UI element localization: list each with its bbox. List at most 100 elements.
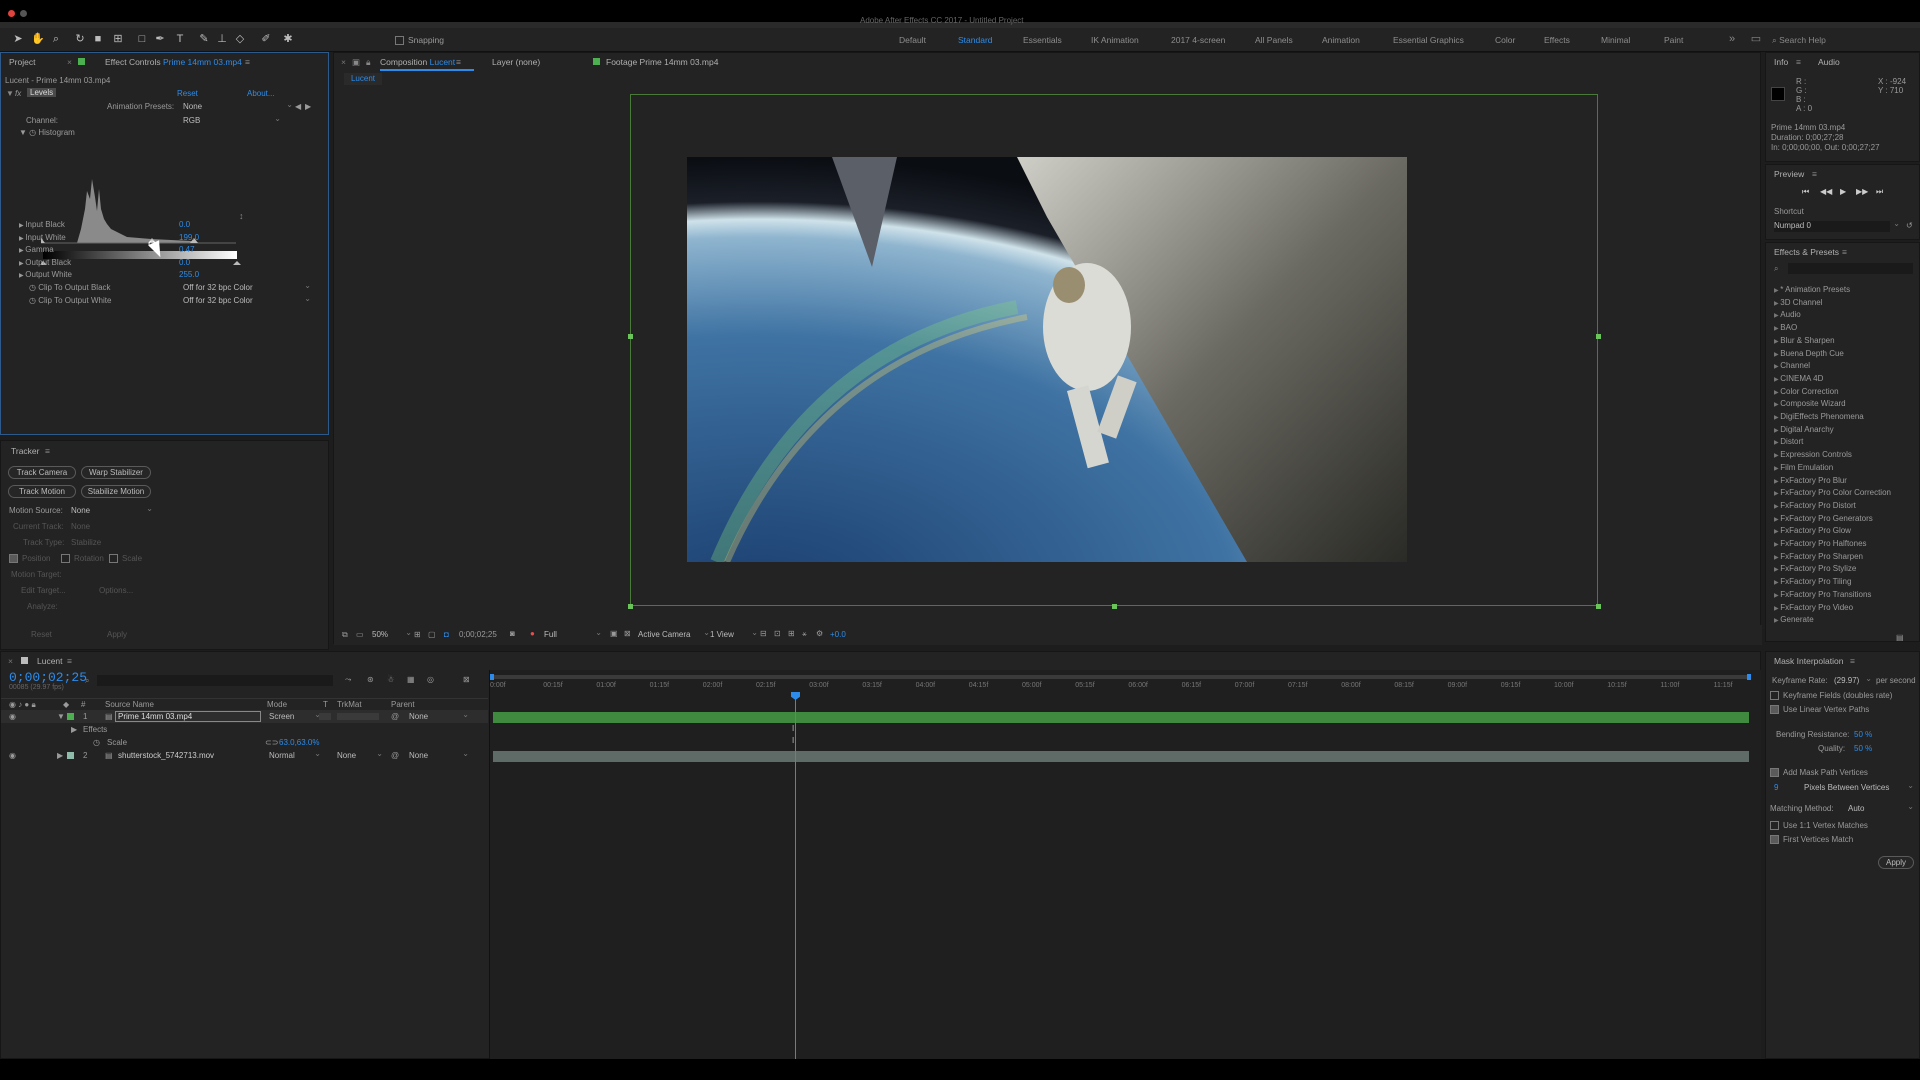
- pickwhip-icon[interactable]: @: [391, 751, 399, 760]
- workspace-standard[interactable]: Standard: [958, 35, 993, 45]
- minimize-window-icon[interactable]: [20, 10, 27, 17]
- param-output-white-value[interactable]: 255.0: [179, 270, 199, 279]
- param-input-black-label[interactable]: ▶ Input Black: [19, 220, 65, 229]
- layer-row-2[interactable]: ◉ ▶ 2 ▤ shutterstock_5742713.mov Normal …: [1, 749, 488, 762]
- pickwhip-icon[interactable]: @: [391, 712, 399, 721]
- constrain-proportions-icon[interactable]: ⊂⊃: [265, 738, 278, 747]
- matching-method-dropdown[interactable]: Auto: [1848, 802, 1914, 815]
- stopwatch-icon[interactable]: ◷: [29, 296, 38, 305]
- effect-category[interactable]: FxFactory Pro Blur: [1774, 476, 1847, 485]
- close-tab-icon[interactable]: ×: [8, 656, 13, 666]
- keyframe-fields-checkbox[interactable]: Keyframe Fields (doubles rate): [1770, 691, 1892, 701]
- effect-category[interactable]: FxFactory Pro Sharpen: [1774, 552, 1863, 561]
- effect-category[interactable]: Distort: [1774, 437, 1803, 446]
- keyframe-marker[interactable]: I: [792, 724, 794, 733]
- next-preset-icon[interactable]: ▶: [305, 102, 311, 111]
- effect-category[interactable]: FxFactory Pro Stylize: [1774, 564, 1856, 573]
- effect-category[interactable]: Generate: [1774, 615, 1813, 624]
- panel-menu-icon[interactable]: ≡: [45, 446, 50, 456]
- work-area-bar[interactable]: [490, 675, 1750, 679]
- effect-category[interactable]: CINEMA 4D: [1774, 374, 1823, 383]
- apply-button[interactable]: Apply: [1878, 856, 1914, 869]
- channels-icon[interactable]: ●: [530, 629, 535, 638]
- effect-category[interactable]: Audio: [1774, 310, 1800, 319]
- transparency-icon[interactable]: ⊠: [624, 629, 631, 638]
- pan-behind-tool-icon[interactable]: ⊞: [110, 31, 126, 47]
- effect-category[interactable]: FxFactory Pro Color Correction: [1774, 488, 1891, 497]
- panel-menu-icon[interactable]: ≡: [456, 57, 461, 67]
- type-tool-icon[interactable]: T: [172, 31, 188, 47]
- effects-group-label[interactable]: Effects: [83, 725, 107, 734]
- linear-vertex-checkbox[interactable]: Use Linear Vertex Paths: [1770, 705, 1869, 715]
- parent-dropdown[interactable]: None: [409, 710, 469, 723]
- effect-category[interactable]: FxFactory Pro Halftones: [1774, 539, 1866, 548]
- workspace-color[interactable]: Color: [1495, 35, 1515, 45]
- warp-stabilizer-button[interactable]: Warp Stabilizer: [81, 466, 151, 479]
- stabilize-motion-button[interactable]: Stabilize Motion: [81, 485, 151, 498]
- region-of-interest-icon[interactable]: ▣: [610, 629, 618, 638]
- search-icon[interactable]: ⌕: [85, 676, 89, 686]
- param-input-black-value[interactable]: 0.0: [179, 220, 190, 229]
- current-time-indicator[interactable]: [795, 696, 796, 1060]
- graph-editor-icon[interactable]: ⊠: [463, 675, 470, 684]
- fast-previews-icon[interactable]: ⊡: [774, 629, 781, 638]
- effect-category[interactable]: Buena Depth Cue: [1774, 349, 1844, 358]
- snapshot-icon[interactable]: ◙: [510, 629, 515, 638]
- tab-timeline-lucent[interactable]: Lucent: [37, 656, 63, 666]
- quality-value[interactable]: 50 %: [1854, 744, 1872, 753]
- roto-brush-tool-icon[interactable]: ✐: [258, 31, 274, 47]
- hand-tool-icon[interactable]: ✋: [30, 31, 46, 47]
- clip-white-dropdown[interactable]: Off for 32 bpc Color: [183, 294, 311, 307]
- effect-category[interactable]: Digital Anarchy: [1774, 425, 1833, 434]
- keyframe-marker[interactable]: I: [792, 736, 794, 745]
- effects-expand-icon[interactable]: ▶: [71, 725, 77, 734]
- workspace-minimal[interactable]: Minimal: [1601, 35, 1630, 45]
- effect-category[interactable]: FxFactory Pro Tiling: [1774, 577, 1851, 586]
- clip-black-dropdown[interactable]: Off for 32 bpc Color: [183, 281, 311, 294]
- workspace-essentials[interactable]: Essentials: [1023, 35, 1062, 45]
- effect-category[interactable]: Blur & Sharpen: [1774, 336, 1834, 345]
- pixels-between-dropdown[interactable]: Pixels Between Vertices: [1804, 781, 1914, 794]
- stopwatch-icon[interactable]: ◷: [93, 738, 100, 747]
- new-folder-icon[interactable]: ▤: [1896, 633, 1904, 641]
- bounds-handle[interactable]: [1596, 334, 1601, 339]
- lock-icon[interactable]: ▣: [352, 57, 360, 68]
- workspace-essential-graphics[interactable]: Essential Graphics: [1393, 35, 1464, 45]
- first-frame-icon[interactable]: ⏮: [1802, 187, 1809, 197]
- workspace-default[interactable]: Default: [899, 35, 926, 45]
- layer-name[interactable]: Prime 14mm 03.mp4: [115, 711, 261, 722]
- output-white-slider[interactable]: [233, 261, 241, 265]
- close-window-icon[interactable]: [8, 10, 15, 17]
- pixels-between-value[interactable]: 9: [1774, 783, 1778, 792]
- tab-audio[interactable]: Audio: [1818, 57, 1840, 67]
- preserve-transparency-box[interactable]: [319, 713, 331, 720]
- previous-frame-icon[interactable]: ◀◀: [1820, 187, 1832, 196]
- viewer-timecode[interactable]: 0;00;02;25: [459, 630, 497, 639]
- workspace-all-panels[interactable]: All Panels: [1255, 35, 1293, 45]
- search-help[interactable]: ⌕ Search Help: [1772, 35, 1826, 46]
- effect-category[interactable]: * Animation Presets: [1774, 285, 1850, 294]
- param-output-black-label[interactable]: ▶ Output Black: [19, 258, 71, 267]
- layer-label-color[interactable]: [67, 713, 74, 720]
- source-name-header[interactable]: Source Name: [105, 700, 154, 709]
- close-tab-icon[interactable]: ×: [67, 57, 72, 67]
- panel-menu-icon[interactable]: ≡: [1850, 656, 1855, 666]
- param-output-black-value[interactable]: 0.0: [179, 258, 190, 267]
- panel-menu-icon[interactable]: ≡: [1842, 247, 1847, 257]
- eye-icon[interactable]: ◉: [9, 751, 16, 760]
- tab-project[interactable]: Project: [9, 57, 35, 67]
- safe-zones-icon[interactable]: ⊞: [414, 630, 421, 639]
- comp-mini-flowchart-icon[interactable]: ⤳: [345, 675, 351, 685]
- effect-category[interactable]: DigiEffects Phenomena: [1774, 412, 1863, 421]
- parent-dropdown[interactable]: None: [409, 749, 469, 762]
- work-area-start-handle[interactable]: [490, 674, 494, 680]
- workspace-animation[interactable]: Animation: [1322, 35, 1360, 45]
- effect-category[interactable]: FxFactory Pro Generators: [1774, 514, 1872, 523]
- blend-mode-dropdown[interactable]: Normal: [269, 749, 321, 762]
- effect-category[interactable]: FxFactory Pro Glow: [1774, 526, 1851, 535]
- layer-row-1[interactable]: ◉ ▼ 1 ▤ Prime 14mm 03.mp4 Screen @ None: [1, 710, 488, 723]
- animation-presets-dropdown[interactable]: None: [183, 100, 293, 113]
- close-tab-icon[interactable]: ×: [341, 57, 346, 67]
- panel-menu-icon[interactable]: ≡: [1812, 169, 1817, 179]
- layer-label-color[interactable]: [67, 752, 74, 759]
